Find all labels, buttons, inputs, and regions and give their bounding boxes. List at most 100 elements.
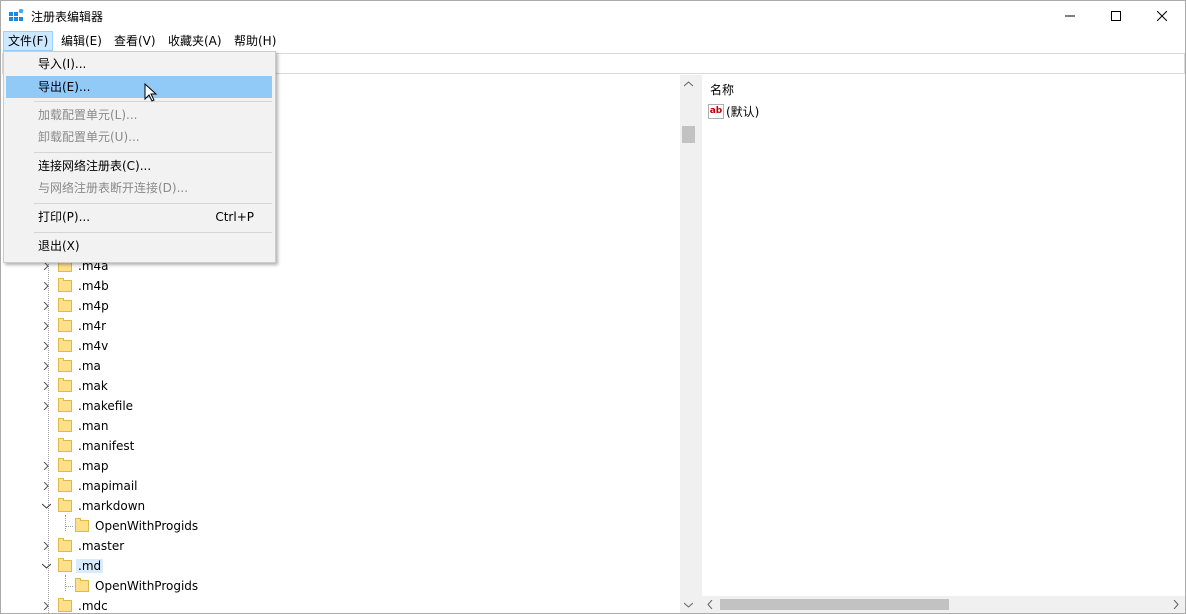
menu-item-connect-network-registry[interactable]: 连接网络注册表(C)... [6,155,272,177]
file-menu-dropdown: 导入(I)... 导出(E)... 加载配置单元(L)... 卸载配置单元(U)… [3,51,276,263]
column-header-name[interactable]: 名称 [710,81,734,98]
tree-item-label: .m4p [78,299,109,313]
menu-item-exit[interactable]: 退出(X) [6,235,272,257]
tree-item-label: OpenWithProgids [95,579,199,593]
folder-icon [58,498,72,512]
menu-view[interactable]: 查看(V) [110,31,160,51]
tree-vertical-scrollbar[interactable] [680,75,697,613]
tree-item-label: .mapimail [78,479,138,493]
tree-item[interactable]: .mapimail [40,476,140,496]
tree-item-label: .md [76,559,104,573]
menu-item-print[interactable]: 打印(P)... Ctrl+P [6,206,272,228]
title-bar: 注册表编辑器 [1,1,1185,31]
tree-item-label: .ma [78,359,101,373]
tree-item[interactable]: .map [40,456,110,476]
chevron-right-icon[interactable] [40,396,52,416]
tree-item-label: .master [78,539,125,553]
tree-item-label: .map [78,459,109,473]
close-button[interactable] [1139,1,1185,31]
folder-icon [75,578,89,592]
tree-item[interactable]: .mdc [40,596,110,613]
chevron-right-icon[interactable] [40,376,52,396]
regedit-app-icon [9,9,24,21]
tree-item[interactable]: .m4p [40,296,111,316]
menu-bar: 文件(F) 编辑(E) 查看(V) 收藏夹(A) 帮助(H) [1,31,1185,51]
folder-icon [58,458,72,472]
scrollbar-thumb[interactable] [682,126,695,143]
values-list: 名称 ab (默认) [702,75,1185,613]
chevron-right-icon[interactable] [40,336,52,356]
window-title: 注册表编辑器 [31,10,104,24]
menu-item-export[interactable]: 导出(E)... [6,76,272,98]
scroll-up-arrow-icon[interactable] [680,75,697,92]
menu-file[interactable]: 文件(F) [3,31,54,51]
tree-item[interactable]: .mak [40,376,110,396]
chevron-right-icon[interactable] [40,596,52,613]
tree-item[interactable]: .m4r [40,316,108,336]
folder-icon [58,278,72,292]
tree-item-label: .m4r [78,319,107,333]
chevron-right-icon[interactable] [40,476,52,496]
menu-item-load-hive: 加载配置单元(L)... [38,108,138,122]
tree-item[interactable]: .makefile [40,396,135,416]
scroll-down-arrow-icon[interactable] [680,596,697,613]
menu-item-disconnect-network-registry: 与网络注册表断开连接(D)... [38,181,189,195]
folder-icon [58,398,72,412]
tree-item[interactable]: OpenWithProgids [57,576,200,596]
tree-item[interactable]: .ma [40,356,103,376]
tree-item[interactable]: .markdown [40,496,147,516]
chevron-right-icon[interactable] [40,356,52,376]
folder-icon [58,418,72,432]
value-row[interactable]: ab (默认) [708,102,759,120]
chevron-right-icon[interactable] [40,276,52,296]
tree-item[interactable]: .master [40,536,126,556]
menu-favorites[interactable]: 收藏夹(A) [164,31,226,51]
menu-separator [34,203,272,204]
tree-item-label: .makefile [78,399,134,413]
tree-item-label: .mdc [78,599,108,613]
tree-item-label: .manifest [78,439,135,453]
registry-editor-window: 注册表编辑器 文件(F) 编辑(E) 查看(V) 收藏夹(A) 帮助(H) .m… [0,0,1186,614]
tree-item-label: .m4v [78,339,109,353]
chevron-right-icon[interactable] [40,296,52,316]
menu-separator [34,232,272,233]
folder-icon [58,598,72,612]
scroll-right-arrow-icon[interactable] [1173,600,1179,609]
chevron-right-icon[interactable] [40,536,52,556]
folder-icon [58,438,72,452]
list-horizontal-scrollbar[interactable] [702,596,1185,613]
string-value-icon: ab [708,103,724,119]
folder-icon [58,358,72,372]
chevron-right-icon[interactable] [40,456,52,476]
maximize-button[interactable] [1093,1,1139,31]
menu-edit[interactable]: 编辑(E) [57,31,106,51]
folder-icon [58,538,72,552]
tree-item-label: .m4b [78,279,109,293]
mouse-pointer-icon [144,83,158,102]
scroll-left-arrow-icon[interactable] [707,600,713,609]
folder-icon [58,318,72,332]
chevron-down-icon[interactable] [40,556,52,576]
menu-separator [34,152,272,153]
tree-item[interactable]: .m4v [40,336,110,356]
minimize-icon [1065,15,1075,17]
tree-item-label: .mak [78,379,108,393]
tree-item-selected[interactable]: .md [40,556,104,576]
tree-item[interactable]: .manifest [40,436,136,456]
close-icon [1157,11,1167,21]
chevron-down-icon[interactable] [40,496,52,516]
tree-item[interactable]: .man [40,416,110,436]
menu-item-import[interactable]: 导入(I)... [6,53,272,75]
scrollbar-thumb[interactable] [720,599,949,610]
folder-icon [58,338,72,352]
tree-item[interactable]: .m4b [40,276,111,296]
tree-item-label: .markdown [78,499,146,513]
tree-item-label: OpenWithProgids [95,519,199,533]
menu-help[interactable]: 帮助(H) [230,31,280,51]
folder-icon [58,558,72,572]
tree-item-label: .man [78,419,109,433]
chevron-right-icon[interactable] [40,316,52,336]
tree-item[interactable]: OpenWithProgids [57,516,200,536]
folder-icon [58,378,72,392]
minimize-button[interactable] [1047,1,1093,31]
